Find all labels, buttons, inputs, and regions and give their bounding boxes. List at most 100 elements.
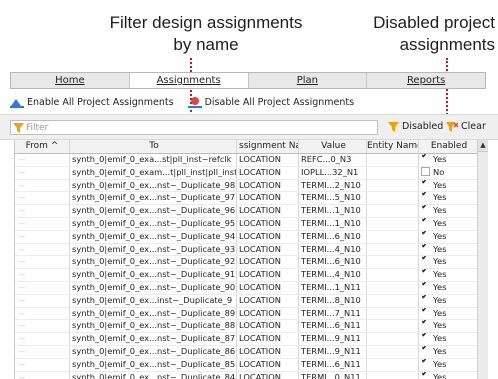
- table-row[interactable]: -- synth_0|emif_0_ex...nst~_Duplicate_94 L…: [15, 230, 478, 244]
- table-row[interactable]: -- synth_0|emif_0_ex...nst~_Duplicate_88 L…: [15, 320, 478, 334]
- enabled-label: Yes: [433, 281, 447, 292]
- cell-from: --: [15, 230, 70, 243]
- enabled-label: Yes: [433, 320, 447, 331]
- cell-from: --: [15, 166, 70, 179]
- column-header-entity-name[interactable]: Entity Name: [367, 140, 419, 153]
- table-row[interactable]: -- synth_0|emif_0_ex...inst~_Duplicate_9 L…: [15, 294, 478, 308]
- table-row[interactable]: -- synth_0|emif_0_ex...nst~_Duplicate_89 L…: [15, 307, 478, 321]
- cell-from: --: [15, 269, 70, 281]
- enabled-checkbox[interactable]: [421, 371, 430, 379]
- table-row[interactable]: -- synth_0|emif_0_ex...nst~_Duplicate_87 L…: [15, 333, 478, 346]
- table-row[interactable]: -- synth_0|emif_0_ex...nst~_Duplicate_95 L…: [15, 217, 478, 231]
- cell-to: synth_0|emif_0_exa...st|pll_inst~refclk: [70, 154, 237, 166]
- scroll-up-arrow-icon[interactable]: ▲: [478, 140, 488, 152]
- cell-to: synth_0|emif_0_ex...nst~_Duplicate_88: [72, 320, 237, 333]
- clear-filter-icon: [446, 121, 458, 132]
- table-row[interactable]: -- synth_0|emif_0_ex...nst~_Duplicate_84 L…: [15, 371, 478, 379]
- enabled-checkbox[interactable]: [421, 294, 430, 304]
- callout-line: Filter design assignments: [109, 13, 303, 32]
- disable-all-project-assignments-button[interactable]: Disable All Project Assignments: [187, 96, 354, 108]
- enabled-checkbox[interactable]: [421, 320, 430, 330]
- enabled-label: Yes: [433, 205, 447, 216]
- cell-value: TERMI...1_N10: [299, 217, 367, 230]
- enable-all-project-assignments-button[interactable]: Enable All Project Assignments: [10, 96, 174, 108]
- cell-enabled: Yes: [419, 179, 478, 192]
- cell-to: synth_0|emif_0_ex...nst~_Duplicate_95: [72, 217, 237, 230]
- vertical-scrollbar[interactable]: ▲: [477, 140, 488, 379]
- cell-entity-name: [367, 179, 419, 192]
- table-row[interactable]: -- synth_0|emif_0_ex...nst~_Duplicate_91 L…: [15, 269, 478, 282]
- clear-filter-button[interactable]: Clear: [446, 121, 486, 132]
- tab-bar: Home Assignments Plan Reports: [10, 72, 486, 89]
- cell-value: TERMI...4_N10: [299, 243, 367, 256]
- cell-assignment-name: LOCATION: [237, 320, 299, 333]
- cell-value: TERMI...6_N10: [299, 230, 367, 243]
- table-row[interactable]: -- synth_0|emif_0_ex...nst~_Duplicate_86 L…: [15, 345, 478, 359]
- disabled-filter-button[interactable]: Disabled: [388, 121, 443, 132]
- enabled-checkbox[interactable]: [421, 345, 430, 355]
- tab-label: Plan: [296, 75, 319, 86]
- tab-home[interactable]: Home: [11, 73, 130, 88]
- cell-to: synth_0|emif_0_ex...nst~_Duplicate_89: [72, 307, 237, 320]
- table-row[interactable]: -- synth_0|emif_0_ex...nst~_Duplicate_97 L…: [15, 192, 478, 206]
- tab-plan[interactable]: Plan: [249, 73, 368, 88]
- cell-assignment-name: LOCATION: [237, 281, 299, 294]
- enabled-checkbox[interactable]: [421, 269, 430, 279]
- cell-enabled: Yes: [419, 230, 478, 243]
- filter-funnel-icon: [13, 122, 24, 133]
- table-row[interactable]: -- synth_0|emif_0_exa...st|pll_inst~refcl…: [15, 154, 478, 167]
- cell-assignment-name: LOCATION: [237, 371, 299, 379]
- cell-entity-name: [367, 256, 419, 269]
- enabled-checkbox[interactable]: [421, 154, 430, 163]
- column-header-value[interactable]: Value: [299, 140, 367, 153]
- cell-enabled: Yes: [419, 333, 478, 345]
- table-row[interactable]: -- synth_0|emif_0_ex...nst~_Duplicate_93 L…: [15, 243, 478, 257]
- cell-value: TERMI...6_N11: [299, 358, 367, 371]
- column-header-from[interactable]: From ^: [15, 140, 70, 153]
- table-row[interactable]: -- synth_0|emif_0_ex...nst~_Duplicate_96 L…: [15, 205, 478, 218]
- cell-enabled: Yes: [419, 281, 478, 294]
- table-row[interactable]: -- synth_0|emif_0_exam...t|pll_inst|pll_i…: [15, 166, 478, 180]
- enabled-checkbox[interactable]: [421, 166, 430, 176]
- enabled-checkbox[interactable]: [421, 281, 430, 291]
- tab-reports[interactable]: Reports: [367, 73, 485, 88]
- enabled-label: Yes: [433, 358, 447, 369]
- cell-value: TERMI...0_N11: [299, 371, 367, 379]
- enabled-label: No: [433, 166, 445, 177]
- cell-enabled: Yes: [419, 217, 478, 230]
- filter-input[interactable]: Filter: [10, 120, 378, 135]
- cell-value: IOPLL...32_N1: [299, 166, 367, 179]
- enabled-checkbox[interactable]: [421, 256, 430, 266]
- table-header: From ^ To ssignment Nam Value Entity Nam…: [15, 140, 478, 154]
- cell-from: --: [15, 217, 70, 230]
- column-header-enabled[interactable]: Enabled: [419, 140, 478, 153]
- table-row[interactable]: -- synth_0|emif_0_ex...nst~_Duplicate_85 L…: [15, 358, 478, 372]
- cell-to: synth_0|emif_0_ex...nst~_Duplicate_84: [70, 371, 237, 379]
- enabled-checkbox[interactable]: [421, 333, 430, 343]
- column-header-to[interactable]: To: [70, 140, 237, 153]
- column-header-assignment-name[interactable]: ssignment Nam: [237, 140, 299, 153]
- cell-to: synth_0|emif_0_ex...nst~_Duplicate_92: [72, 256, 237, 269]
- enabled-checkbox[interactable]: [421, 179, 430, 189]
- table-row[interactable]: -- synth_0|emif_0_ex...nst~_Duplicate_92 L…: [15, 256, 478, 270]
- cell-assignment-name: LOCATION: [237, 269, 299, 281]
- callout-disabled-project-assignments: Disabled project assignments: [355, 12, 495, 56]
- table-row[interactable]: -- synth_0|emif_0_ex...nst~_Duplicate_98 L…: [15, 179, 478, 193]
- enabled-checkbox[interactable]: [421, 243, 430, 253]
- enabled-checkbox[interactable]: [421, 358, 430, 368]
- callout-line: by name: [173, 35, 239, 54]
- enabled-checkbox[interactable]: [421, 205, 430, 215]
- enabled-checkbox[interactable]: [421, 307, 430, 317]
- cell-to: synth_0|emif_0_ex...inst~_Duplicate_9: [70, 294, 237, 307]
- cell-from: --: [15, 358, 70, 371]
- cell-to: synth_0|emif_0_ex...nst~_Duplicate_94: [72, 230, 237, 243]
- enabled-checkbox[interactable]: [421, 217, 430, 227]
- cell-assignment-name: LOCATION: [237, 166, 299, 179]
- tab-assignments[interactable]: Assignments: [129, 73, 249, 88]
- enabled-checkbox[interactable]: [421, 192, 430, 202]
- enabled-checkbox[interactable]: [421, 230, 430, 240]
- cell-entity-name: [367, 154, 419, 166]
- cell-to: synth_0|emif_0_ex...nst~_Duplicate_91: [72, 269, 237, 281]
- table-row[interactable]: -- synth_0|emif_0_ex...nst~_Duplicate_90 L…: [15, 281, 478, 295]
- disabled-filter-label: Disabled: [402, 121, 444, 132]
